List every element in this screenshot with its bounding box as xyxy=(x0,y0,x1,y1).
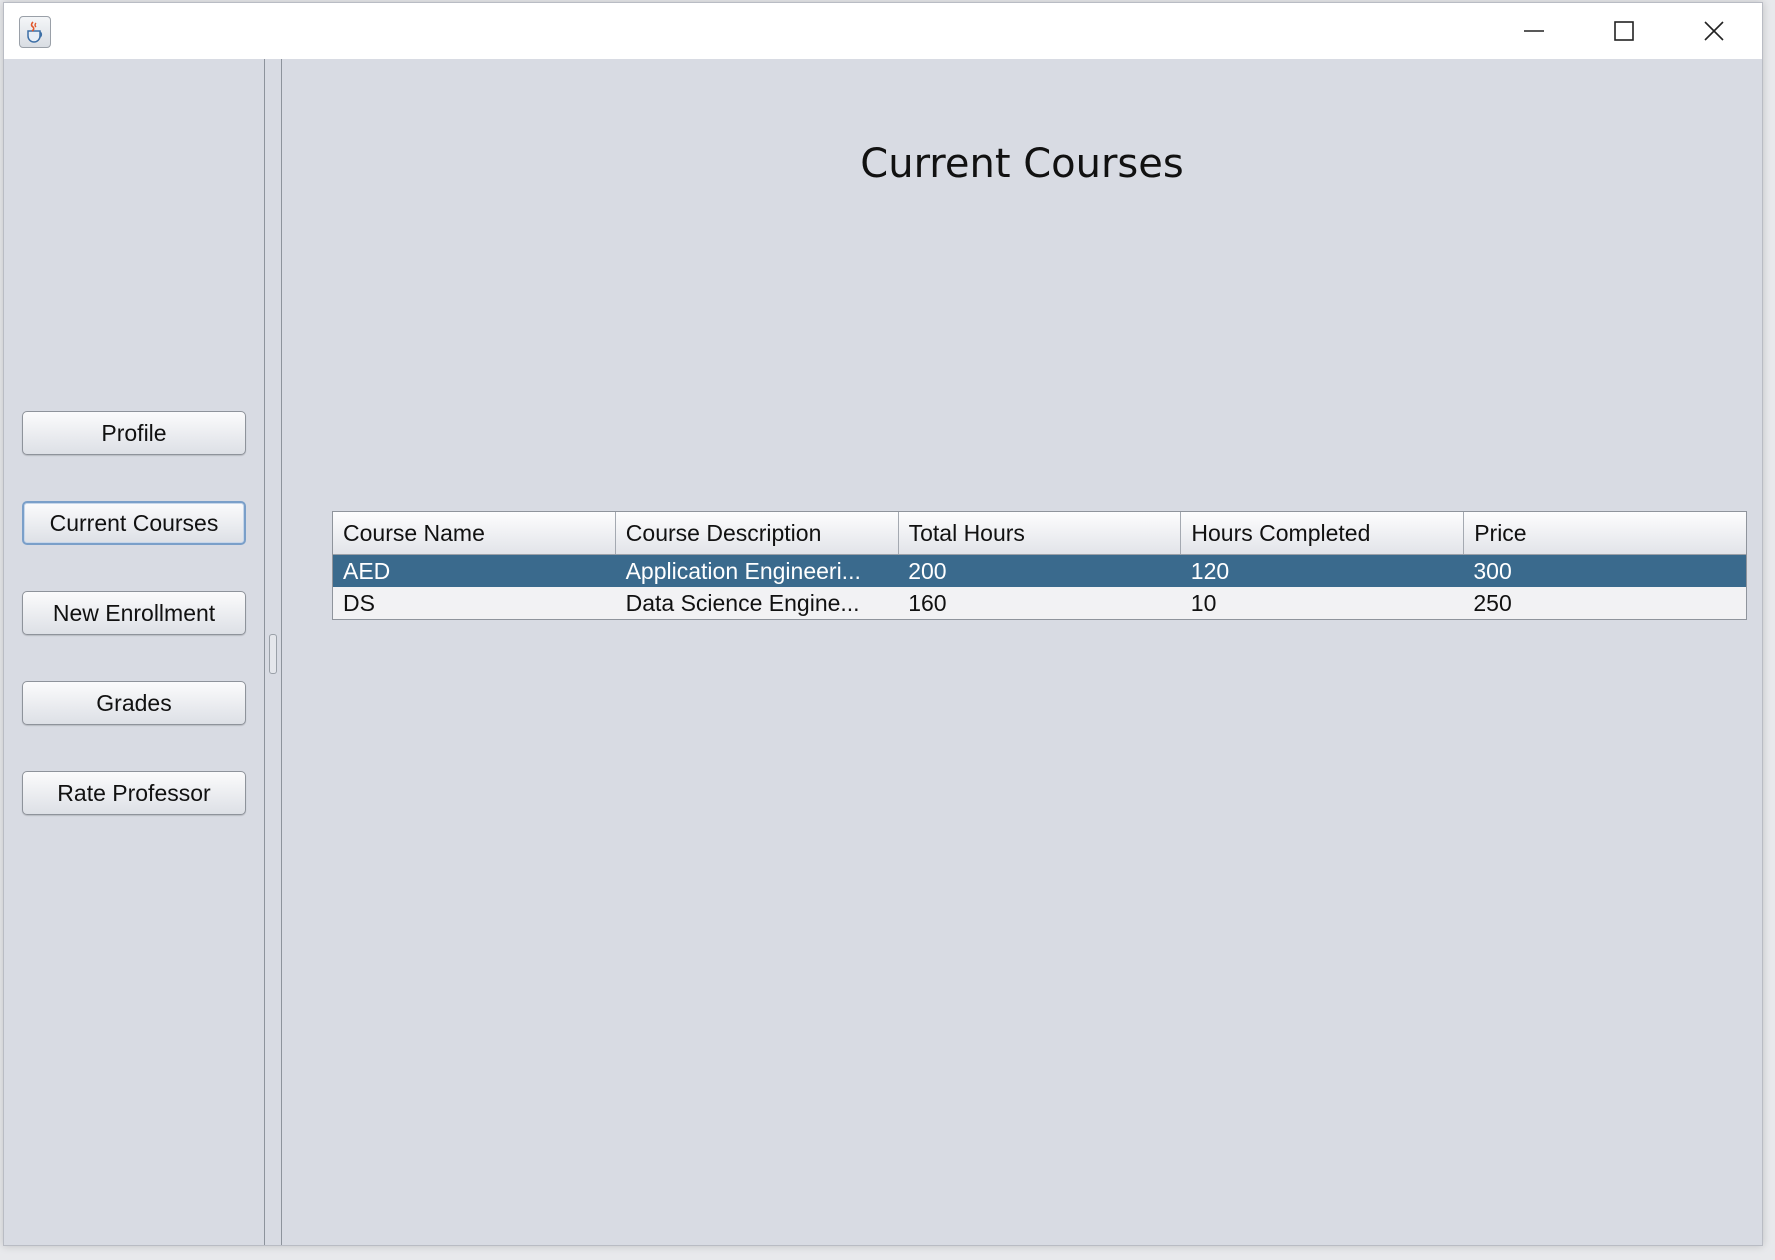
table-cell[interactable]: DS xyxy=(333,587,616,619)
table-cell[interactable]: Application Engineeri... xyxy=(616,555,899,587)
page-title: Current Courses xyxy=(860,141,1184,187)
table-header: Course Name Course Description Total Hou… xyxy=(333,512,1746,555)
new-enrollment-button[interactable]: New Enrollment xyxy=(22,591,246,635)
column-header-hours-completed[interactable]: Hours Completed xyxy=(1181,512,1465,554)
close-icon xyxy=(1704,21,1724,41)
title-bar[interactable] xyxy=(4,3,1762,59)
table-row[interactable]: DS Data Science Engine... 160 10 250 xyxy=(333,587,1746,619)
profile-button[interactable]: Profile xyxy=(22,411,246,455)
minimize-icon xyxy=(1524,30,1544,32)
grades-button[interactable]: Grades xyxy=(22,681,246,725)
split-pane-divider[interactable] xyxy=(264,59,282,1245)
maximize-icon xyxy=(1614,21,1634,41)
column-header-price[interactable]: Price xyxy=(1464,512,1746,554)
column-header-total-hours[interactable]: Total Hours xyxy=(899,512,1182,554)
table-cell[interactable]: 120 xyxy=(1181,555,1464,587)
table-cell[interactable]: 10 xyxy=(1181,587,1464,619)
table-cell[interactable]: 300 xyxy=(1463,555,1746,587)
rate-professor-button[interactable]: Rate Professor xyxy=(22,771,246,815)
table-cell[interactable]: 160 xyxy=(898,587,1181,619)
main-content: Current Courses Course Name Course Descr… xyxy=(282,59,1762,1245)
close-button[interactable] xyxy=(1669,3,1759,59)
java-coffee-cup-icon[interactable] xyxy=(19,16,51,48)
sidebar-panel: Profile Current Courses New Enrollment G… xyxy=(4,59,264,1245)
column-header-course-name[interactable]: Course Name xyxy=(333,512,616,554)
table-cell[interactable]: 250 xyxy=(1463,587,1746,619)
table-cell[interactable]: AED xyxy=(333,555,616,587)
current-courses-button[interactable]: Current Courses xyxy=(22,501,246,545)
table-row[interactable]: AED Application Engineeri... 200 120 300 xyxy=(333,555,1746,587)
maximize-button[interactable] xyxy=(1579,3,1669,59)
app-window: Profile Current Courses New Enrollment G… xyxy=(3,2,1763,1246)
courses-table[interactable]: Course Name Course Description Total Hou… xyxy=(332,511,1747,620)
minimize-button[interactable] xyxy=(1489,3,1579,59)
divider-grip-handle[interactable] xyxy=(269,634,277,674)
column-header-course-description[interactable]: Course Description xyxy=(616,512,899,554)
table-cell[interactable]: Data Science Engine... xyxy=(616,587,899,619)
table-cell[interactable]: 200 xyxy=(898,555,1181,587)
